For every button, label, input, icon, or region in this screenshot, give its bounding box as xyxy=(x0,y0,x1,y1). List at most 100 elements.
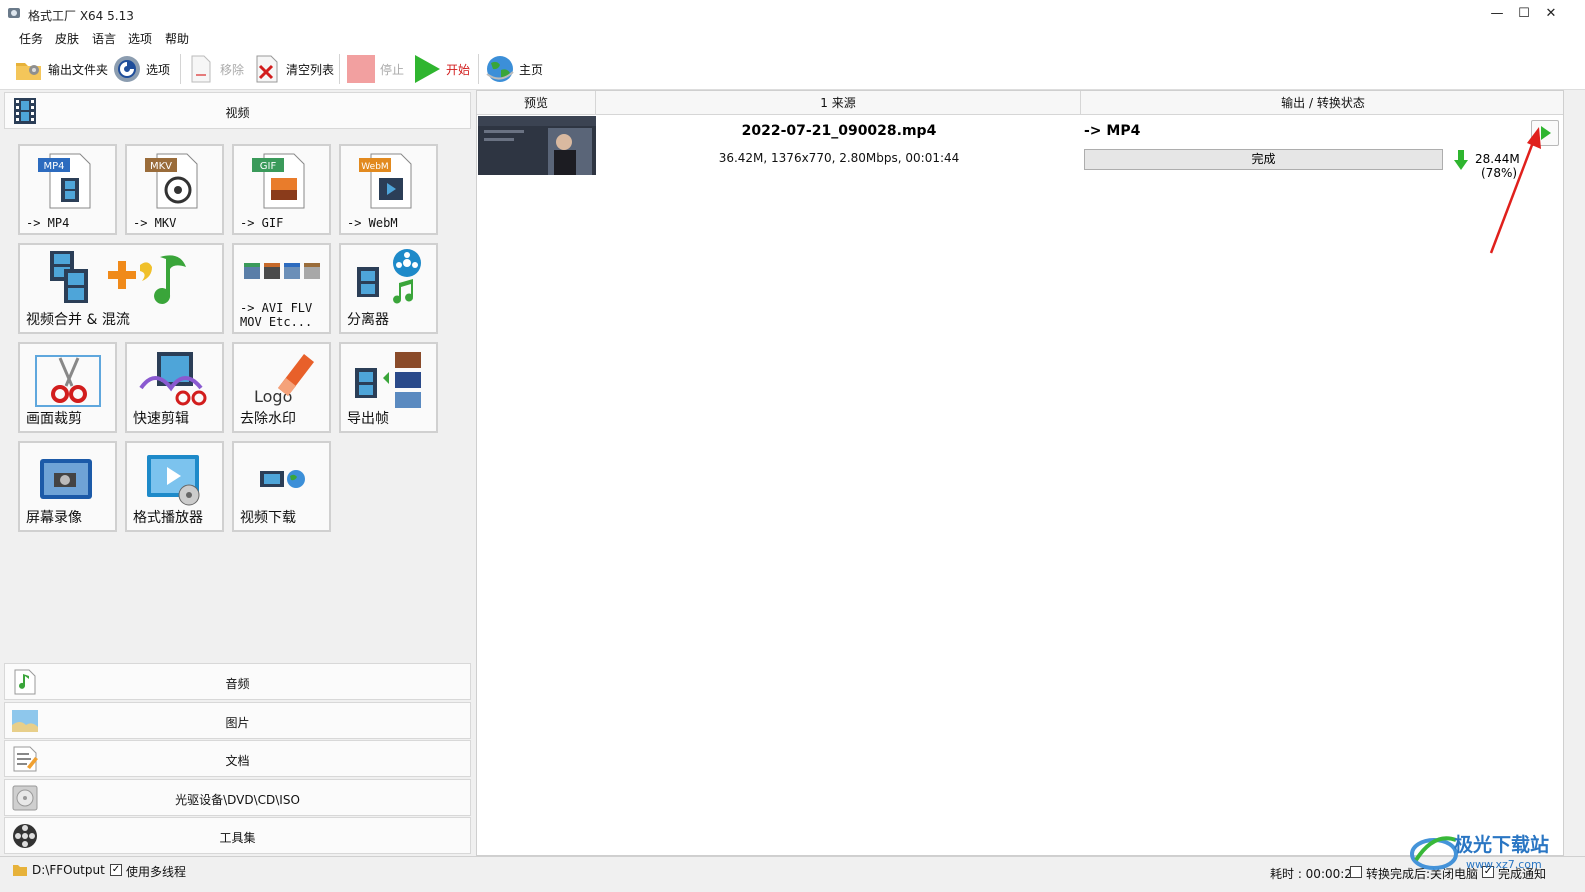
globe-icon xyxy=(485,54,515,84)
tile-crop[interactable]: 画面裁剪 xyxy=(18,342,117,433)
svg-text:MP4: MP4 xyxy=(43,161,64,172)
source-file-info: 36.42M, 1376x770, 2.80Mbps, 00:01:44 xyxy=(718,151,960,165)
tile-to-webm[interactable]: WebM -> WebM xyxy=(339,144,438,235)
tile-label: 导出帧 xyxy=(347,411,389,427)
category-toolbox-label: 工具集 xyxy=(219,831,256,845)
category-video[interactable]: 视频 xyxy=(4,92,471,129)
output-path[interactable]: D:\FFOutput xyxy=(32,863,105,877)
status-bar: D:\FFOutput ✓ 使用多线程 耗时 : 00:00:26 转换完成后:… xyxy=(0,856,1585,892)
tile-merge-mux[interactable]: 视频合并 & 混流 xyxy=(18,243,224,334)
document-icon xyxy=(13,746,38,772)
play-icon xyxy=(412,54,442,84)
tile-label: 格式播放器 xyxy=(133,510,203,526)
tile-label: 屏幕录像 xyxy=(26,510,82,526)
close-button[interactable]: ✕ xyxy=(1540,4,1562,24)
player-icon xyxy=(147,455,200,506)
menu-skin[interactable]: 皮肤 xyxy=(55,30,79,47)
output-format: -> MP4 xyxy=(1084,123,1141,139)
tile-quick-cut[interactable]: 快速剪辑 xyxy=(125,342,224,433)
category-document[interactable]: 文档 xyxy=(4,740,471,777)
start-button[interactable]: 开始 xyxy=(412,52,470,86)
tile-splitter[interactable]: 分离器 xyxy=(339,243,438,334)
tile-label: -> GIF xyxy=(240,216,284,230)
tile-to-mp4[interactable]: MP4 -> MP4 xyxy=(18,144,117,235)
elapsed-time: 耗时 : 00:00:26 xyxy=(1270,867,1360,881)
task-row[interactable]: 2022-07-21_090028.mp4 36.42M, 1376x770, … xyxy=(477,115,1563,180)
remove-button[interactable]: 移除 xyxy=(186,52,244,86)
tile-label: 分离器 xyxy=(347,312,389,328)
tile-label: -> AVI FLV MOV Etc... xyxy=(240,301,313,329)
toolbar: 输出文件夹 选项 移除 清空列表 停止 开始 主页 xyxy=(0,48,1585,90)
column-preview[interactable]: 预览 xyxy=(477,91,596,115)
clear-list-label: 清空列表 xyxy=(286,62,335,77)
output-folder-label: 输出文件夹 xyxy=(48,62,109,77)
output-folder-button[interactable]: 输出文件夹 xyxy=(14,52,108,86)
tile-remove-watermark[interactable]: Logo 去除水印 xyxy=(232,342,331,433)
video-download-icon xyxy=(260,470,305,488)
category-toolbox[interactable]: 工具集 xyxy=(4,817,471,854)
home-button[interactable]: 主页 xyxy=(485,52,543,86)
category-optical-drive[interactable]: 光驱设备\DVD\CD\ISO xyxy=(4,779,471,816)
category-document-label: 文档 xyxy=(225,754,250,768)
clear-list-button[interactable]: 清空列表 xyxy=(252,52,334,86)
tile-export-frames[interactable]: 导出帧 xyxy=(339,342,438,433)
tile-label: 去除水印 xyxy=(240,411,296,427)
svg-text:WebM: WebM xyxy=(361,162,388,172)
disc-drive-icon xyxy=(12,785,38,811)
splitter-icon xyxy=(357,249,421,304)
toolbar-divider xyxy=(180,54,181,84)
app-icon xyxy=(8,8,20,18)
folder-icon xyxy=(14,54,44,84)
toolbar-divider xyxy=(478,54,479,84)
tile-label: 快速剪辑 xyxy=(133,411,189,427)
conversion-status-bar: 完成 xyxy=(1084,149,1443,170)
watermark-text: 极光下载站 xyxy=(1454,834,1550,856)
watermark-url: www.xz7.com xyxy=(1466,858,1542,871)
maximize-button[interactable]: ☐ xyxy=(1513,4,1535,24)
menu-task[interactable]: 任务 xyxy=(19,30,43,47)
source-filename: 2022-07-21_090028.mp4 xyxy=(741,123,937,139)
down-arrow-icon xyxy=(1454,150,1468,170)
menu-options[interactable]: 选项 xyxy=(128,30,152,47)
menu-bar: 任务 皮肤 语言 选项 帮助 xyxy=(0,28,1585,48)
screen-record-icon xyxy=(40,459,92,499)
mkv-file-icon: MKV xyxy=(145,153,198,209)
function-panel: 视频 MP4 -> MP4 MKV -> MKV GIF -> GIF WebM… xyxy=(4,92,471,856)
tile-label: 画面裁剪 xyxy=(26,411,82,427)
tile-label: 视频下载 xyxy=(240,510,296,526)
options-button[interactable]: 选项 xyxy=(112,52,170,86)
category-image[interactable]: 图片 xyxy=(4,702,471,739)
svg-text:MKV: MKV xyxy=(150,161,172,172)
webm-file-icon: WebM xyxy=(359,153,412,209)
tile-label: -> WebM xyxy=(347,216,398,230)
window-title: 格式工厂 X64 5.13 xyxy=(28,9,134,23)
toolbar-divider xyxy=(339,54,340,84)
multithread-label: 使用多线程 xyxy=(126,865,187,879)
tile-screen-record[interactable]: 屏幕录像 xyxy=(18,441,117,532)
svg-text:GIF: GIF xyxy=(260,161,277,172)
tile-to-mkv[interactable]: MKV -> MKV xyxy=(125,144,224,235)
column-source[interactable]: 1 来源 xyxy=(596,91,1081,115)
menu-help[interactable]: 帮助 xyxy=(165,30,189,47)
tile-video-download[interactable]: 视频下载 xyxy=(232,441,331,532)
eraser-icon: Logo xyxy=(254,354,314,406)
annotation-arrow xyxy=(1489,127,1541,254)
home-label: 主页 xyxy=(519,62,544,77)
remove-label: 移除 xyxy=(220,62,245,77)
tile-player[interactable]: 格式播放器 xyxy=(125,441,224,532)
category-audio[interactable]: 音频 xyxy=(4,663,471,700)
after-convert-checkbox[interactable] xyxy=(1350,866,1362,878)
mp4-file-icon: MP4 xyxy=(38,153,91,209)
menu-language[interactable]: 语言 xyxy=(92,30,116,47)
tile-to-other-formats[interactable]: -> AVI FLV MOV Etc... xyxy=(232,243,331,334)
column-output-status[interactable]: 输出 / 转换状态 xyxy=(1081,91,1565,115)
minimize-button[interactable]: — xyxy=(1486,4,1508,24)
site-watermark: 极光下载站 www.xz7.com xyxy=(1410,826,1570,878)
category-optical-drive-label: 光驱设备\DVD\CD\ISO xyxy=(175,793,300,807)
tile-to-gif[interactable]: GIF -> GIF xyxy=(232,144,331,235)
multithread-checkbox[interactable]: ✓ xyxy=(110,864,122,876)
task-list: 预览 1 来源 输出 / 转换状态 2022-07-21_090028.mp4 … xyxy=(476,90,1564,856)
stop-button[interactable]: 停止 xyxy=(346,52,404,86)
quick-cut-icon xyxy=(139,352,207,406)
film-icon xyxy=(14,98,36,124)
